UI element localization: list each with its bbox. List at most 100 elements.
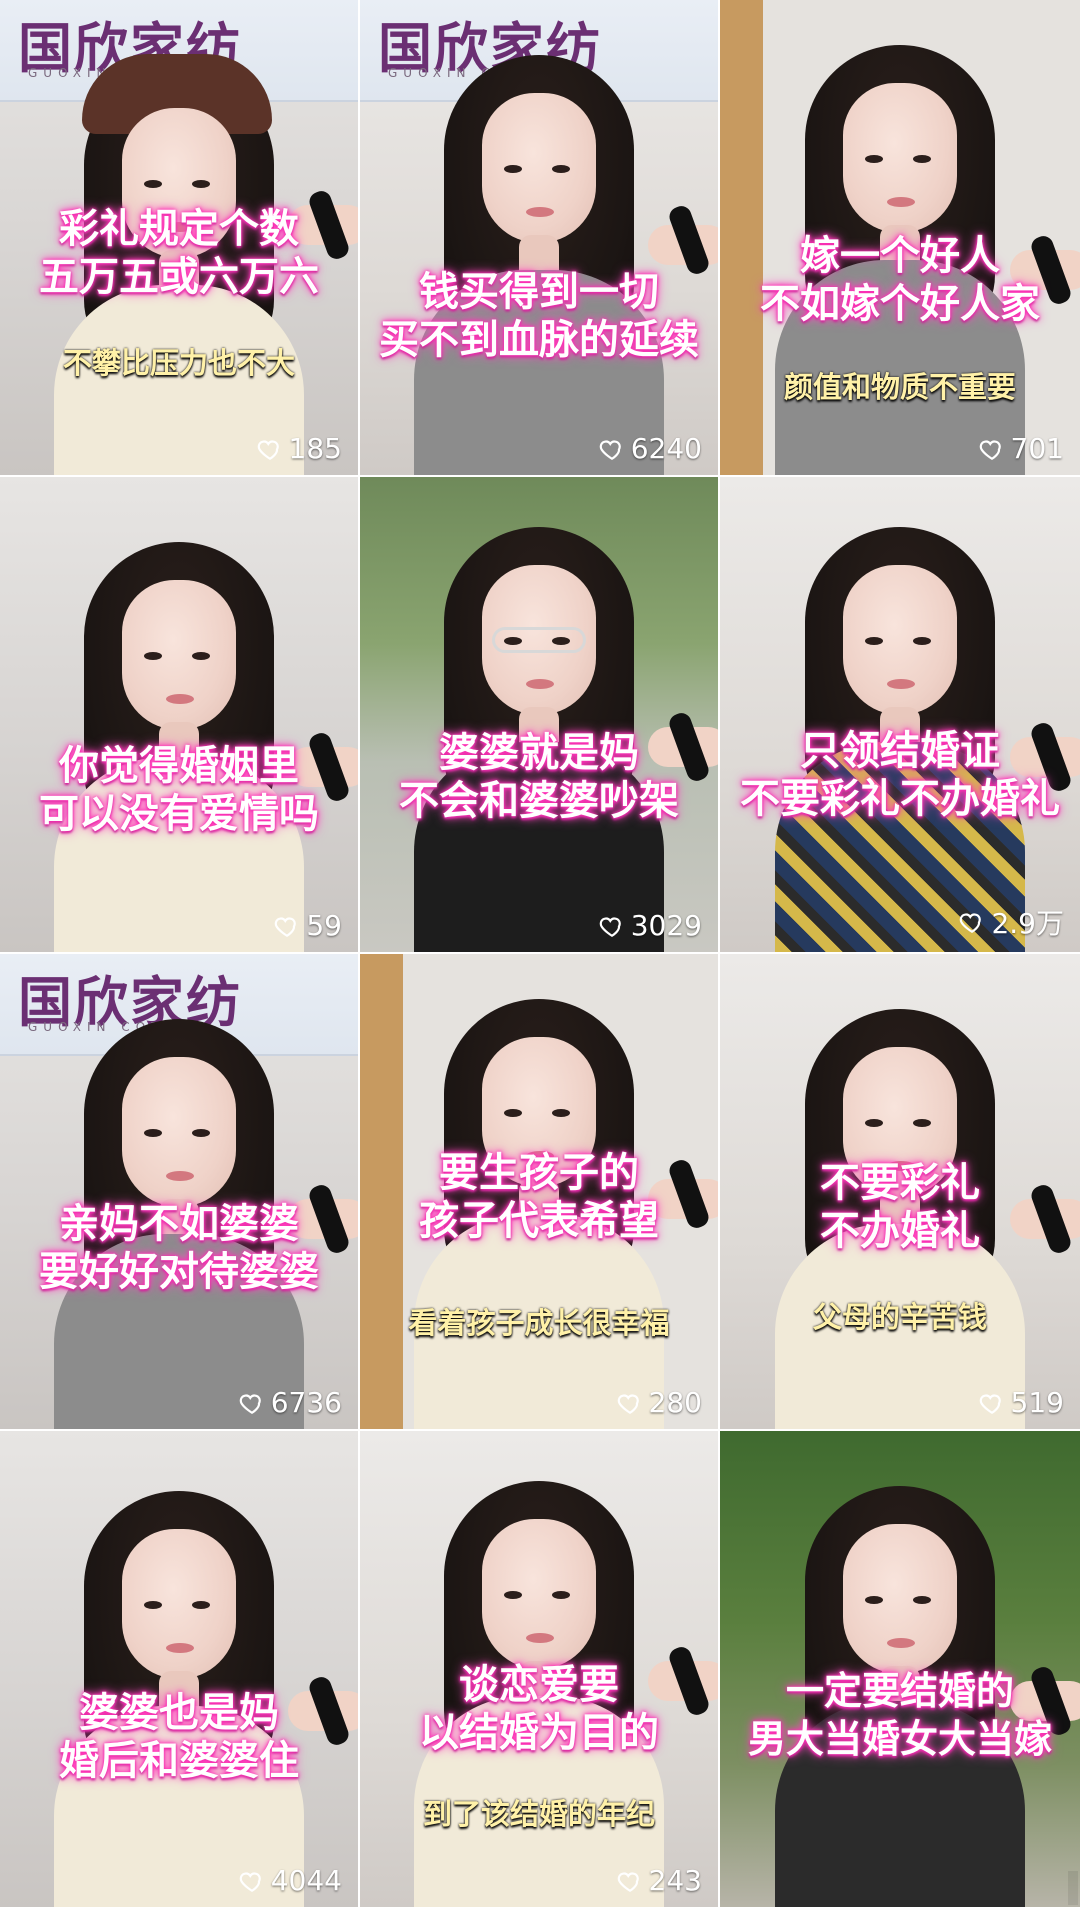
caption-line: 你觉得婚姻里 <box>59 743 299 789</box>
mouth <box>526 1633 554 1643</box>
subcaption: 父母的辛苦钱 <box>812 1300 987 1334</box>
heart-icon <box>239 1390 265 1416</box>
like-count-value: 185 <box>288 432 342 465</box>
eye <box>192 180 210 188</box>
video-card[interactable]: 国欣家纺 GUOXIN COTTON 彩礼规定个数 五万五或六万六 不攀比压力也… <box>0 0 360 477</box>
mouth <box>887 1638 915 1648</box>
video-card[interactable]: 谈恋爱要 以结婚为目的 到了该结婚的年纪 243 <box>360 1431 720 1909</box>
eye <box>504 1109 522 1117</box>
mouth <box>166 1171 194 1181</box>
eye <box>552 1109 570 1117</box>
like-count-value: 3029 <box>630 909 702 942</box>
heart-icon <box>979 1390 1005 1416</box>
caption-line: 买不到血脉的延续 <box>379 317 699 363</box>
mouth <box>526 679 554 689</box>
eye <box>865 637 883 645</box>
heart-icon <box>979 436 1005 462</box>
like-count: 2.9万 <box>959 902 1064 942</box>
video-card[interactable]: 国欣家纺 GUOXIN COTTON 钱买得到一切 买不到血脉的延续 6240 <box>360 0 720 477</box>
video-card[interactable]: 婆婆就是妈 不会和婆婆吵架 3029 <box>360 477 720 954</box>
subcaption: 颜值和物质不重要 <box>783 370 1016 404</box>
heart-icon <box>599 436 625 462</box>
caption-line: 婆婆也是妈 <box>79 1690 279 1736</box>
caption-line: 孩子代表希望 <box>419 1198 659 1244</box>
eye <box>865 1596 883 1604</box>
caption-line: 彩礼规定个数 <box>59 206 299 252</box>
eye <box>504 637 522 645</box>
like-count-value: 243 <box>648 1864 702 1897</box>
caption-line: 可以没有爱情吗 <box>39 791 319 837</box>
eye <box>552 165 570 173</box>
caption-line: 五万五或六万六 <box>39 254 319 300</box>
eye <box>144 1129 162 1137</box>
subcaption: 看着孩子成长很幸福 <box>408 1306 670 1340</box>
eye <box>192 652 210 660</box>
like-count: 4044 <box>239 1864 342 1897</box>
caption-line: 要好好对待婆婆 <box>39 1249 319 1295</box>
like-count: 519 <box>979 1386 1064 1419</box>
eye <box>192 1601 210 1609</box>
face <box>122 580 236 730</box>
face <box>843 565 957 715</box>
video-card[interactable]: 不要彩礼 不办婚礼 父母的辛苦钱 519 <box>720 954 1080 1431</box>
video-card[interactable]: 只领结婚证 不要彩礼不办婚礼 2.9万 <box>720 477 1080 954</box>
eye <box>913 1596 931 1604</box>
eye <box>192 1129 210 1137</box>
video-grid: 国欣家纺 GUOXIN COTTON 彩礼规定个数 五万五或六万六 不攀比压力也… <box>0 0 1080 1909</box>
video-card[interactable]: 一定要结婚的 男大当婚女大当嫁 <box>720 1431 1080 1909</box>
eye <box>144 1601 162 1609</box>
like-count-value: 6240 <box>630 432 702 465</box>
mouth <box>887 197 915 207</box>
like-count: 243 <box>617 1864 702 1897</box>
face <box>843 1524 957 1674</box>
like-count-value: 280 <box>648 1386 702 1419</box>
eye <box>504 165 522 173</box>
caption-line: 男大当婚女大当嫁 <box>747 1717 1052 1761</box>
eye <box>144 180 162 188</box>
caption-line: 不要彩礼 <box>820 1160 980 1206</box>
like-count: 701 <box>979 432 1064 465</box>
eye <box>504 1591 522 1599</box>
heart-icon <box>239 1868 265 1894</box>
caption-line: 以结婚为目的 <box>419 1710 659 1756</box>
caption-line: 不会和婆婆吵架 <box>399 778 679 824</box>
subcaption: 到了该结婚的年纪 <box>422 1797 655 1831</box>
like-count-value: 6736 <box>270 1386 342 1419</box>
caption-line: 谈恋爱要 <box>459 1662 619 1708</box>
caption-line: 婚后和婆婆住 <box>59 1738 299 1784</box>
video-card[interactable]: 婆婆也是妈 婚后和婆婆住 4044 <box>0 1431 360 1909</box>
like-count-value: 519 <box>1010 1386 1064 1419</box>
video-card[interactable]: 国欣家纺 GUOXIN COTTON 亲妈不如婆婆 要好好对待婆婆 6736 <box>0 954 360 1431</box>
caption-line: 要生孩子的 <box>439 1150 639 1196</box>
heart-icon <box>599 913 625 939</box>
heart-icon <box>257 436 283 462</box>
eye <box>913 637 931 645</box>
video-card[interactable]: 要生孩子的 孩子代表希望 看着孩子成长很幸福 280 <box>360 954 720 1431</box>
corner-watermark <box>1068 1871 1078 1905</box>
face <box>122 1057 236 1207</box>
interviewee <box>404 45 674 475</box>
eye <box>913 1119 931 1127</box>
like-count: 3029 <box>599 909 702 942</box>
caption-line: 婆婆就是妈 <box>439 730 639 776</box>
caption-line: 不办婚礼 <box>820 1208 980 1254</box>
video-card[interactable]: 嫁一个好人 不如嫁个好人家 颜值和物质不重要 701 <box>720 0 1080 477</box>
like-count-value: 2.9万 <box>991 907 1064 940</box>
like-count: 59 <box>274 909 342 942</box>
heart-icon <box>959 909 985 935</box>
like-count: 6736 <box>239 1386 342 1419</box>
eye <box>144 652 162 660</box>
face <box>843 83 957 233</box>
mouth <box>166 694 194 704</box>
video-card[interactable]: 你觉得婚姻里 可以没有爱情吗 59 <box>0 477 360 954</box>
face <box>482 93 596 243</box>
face <box>482 1519 596 1669</box>
like-count: 280 <box>617 1386 702 1419</box>
mouth <box>166 1643 194 1653</box>
caption-line: 亲妈不如婆婆 <box>59 1201 299 1247</box>
like-count-value: 4044 <box>270 1864 342 1897</box>
like-count: 185 <box>257 432 342 465</box>
caption-line: 不如嫁个好人家 <box>760 281 1040 327</box>
subcaption: 不攀比压力也不大 <box>62 346 295 380</box>
like-count-value: 59 <box>306 909 342 942</box>
